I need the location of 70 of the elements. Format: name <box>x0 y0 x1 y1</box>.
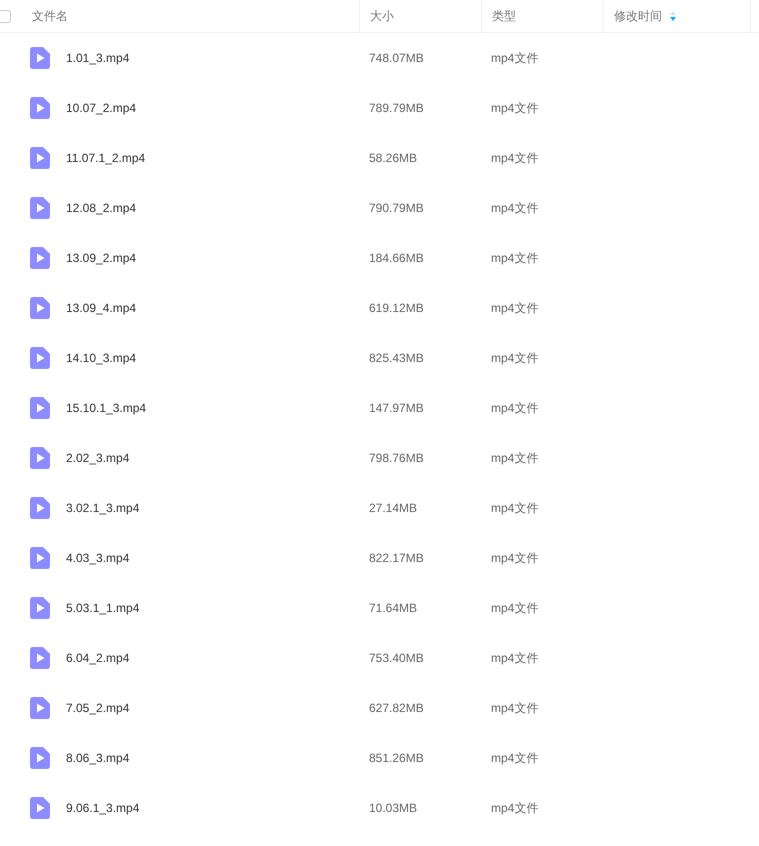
file-name[interactable]: 10.07_2.mp4 <box>66 101 136 115</box>
sort-icon[interactable] <box>670 11 676 21</box>
column-header[interactable]: 文件名 <box>32 8 68 24</box>
video-file-icon <box>30 597 50 619</box>
file-size: 27.14MB <box>368 501 418 515</box>
video-file-icon <box>30 97 50 119</box>
video-file-icon <box>30 797 50 819</box>
video-file-icon <box>30 397 50 419</box>
file-type: mp4文件 <box>490 50 540 66</box>
file-type: mp4文件 <box>490 250 540 266</box>
select-all-checkbox[interactable] <box>0 10 11 22</box>
file-type: mp4文件 <box>490 200 540 216</box>
video-file-icon <box>30 197 50 219</box>
file-size: 71.64MB <box>368 601 418 615</box>
file-size: 10.03MB <box>368 801 418 815</box>
column-header[interactable]: 修改时间 <box>614 8 662 24</box>
file-size: 822.17MB <box>368 551 425 565</box>
file-type: mp4文件 <box>490 500 540 516</box>
file-type: mp4文件 <box>490 800 540 816</box>
file-size: 147.97MB <box>368 401 425 415</box>
file-name[interactable]: 8.06_3.mp4 <box>66 751 130 765</box>
file-size: 790.79MB <box>368 201 425 215</box>
file-type: mp4文件 <box>490 700 540 716</box>
file-name[interactable]: 7.05_2.mp4 <box>66 701 130 715</box>
video-file-icon <box>30 347 50 369</box>
video-file-icon <box>30 697 50 719</box>
file-name[interactable]: 14.10_3.mp4 <box>66 351 136 365</box>
file-size: 789.79MB <box>368 101 425 115</box>
video-file-icon <box>30 47 50 69</box>
file-name[interactable]: 11.07.1_2.mp4 <box>66 151 146 165</box>
file-size: 851.26MB <box>368 751 425 765</box>
file-type: mp4文件 <box>490 450 540 466</box>
file-name[interactable]: 2.02_3.mp4 <box>66 451 130 465</box>
file-size: 619.12MB <box>368 301 425 315</box>
video-file-icon <box>30 247 50 269</box>
video-file-icon <box>30 747 50 769</box>
file-name[interactable]: 4.03_3.mp4 <box>66 551 130 565</box>
file-name[interactable]: 1.01_3.mp4 <box>66 51 130 65</box>
file-name[interactable]: 3.02.1_3.mp4 <box>66 501 140 515</box>
file-name[interactable]: 13.09_2.mp4 <box>66 251 136 265</box>
file-type: mp4文件 <box>490 100 540 116</box>
file-type: mp4文件 <box>490 150 540 166</box>
file-size: 58.26MB <box>368 151 418 165</box>
file-type: mp4文件 <box>490 550 540 566</box>
file-type: mp4文件 <box>490 300 540 316</box>
file-size: 825.43MB <box>368 351 425 365</box>
file-type: mp4文件 <box>490 750 540 766</box>
video-file-icon <box>30 547 50 569</box>
file-name[interactable]: 12.08_2.mp4 <box>66 201 136 215</box>
file-name[interactable]: 13.09_4.mp4 <box>66 301 136 315</box>
video-file-icon <box>30 497 50 519</box>
file-size: 798.76MB <box>368 451 425 465</box>
file-name[interactable]: 5.03.1_1.mp4 <box>66 601 140 615</box>
column-header[interactable]: 大小 <box>370 8 394 24</box>
file-size: 627.82MB <box>368 701 425 715</box>
file-type: mp4文件 <box>490 600 540 616</box>
file-type: mp4文件 <box>490 400 540 416</box>
file-size: 753.40MB <box>368 651 425 665</box>
file-name[interactable]: 9.06.1_3.mp4 <box>66 801 140 815</box>
column-header[interactable]: 类型 <box>492 8 516 24</box>
video-file-icon <box>30 147 50 169</box>
video-file-icon <box>30 297 50 319</box>
file-name[interactable]: 6.04_2.mp4 <box>66 651 130 665</box>
file-name[interactable]: 15.10.1_3.mp4 <box>66 401 146 415</box>
video-file-icon <box>30 447 50 469</box>
file-type: mp4文件 <box>490 350 540 366</box>
file-type: mp4文件 <box>490 650 540 666</box>
video-file-icon <box>30 647 50 669</box>
file-size: 748.07MB <box>368 51 425 65</box>
file-size: 184.66MB <box>368 251 425 265</box>
